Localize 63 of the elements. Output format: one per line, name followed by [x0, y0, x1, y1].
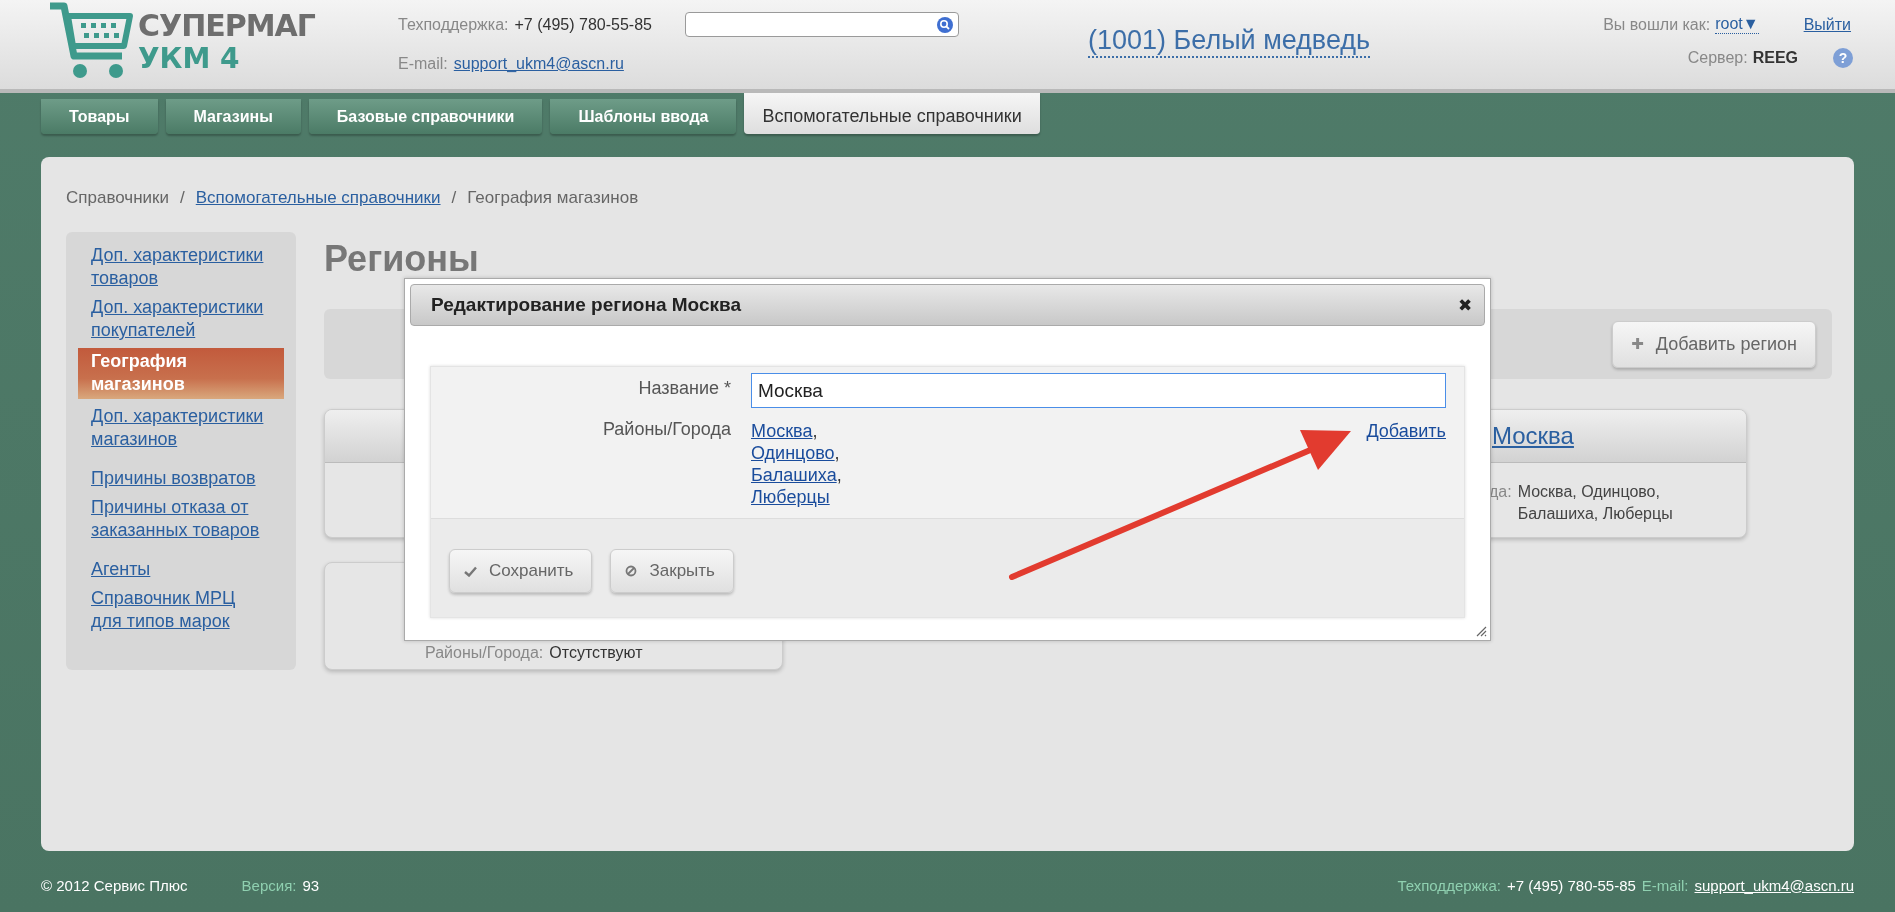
email-link[interactable]: support_ukm4@ascn.ru: [1694, 876, 1854, 894]
user-label: Вы вошли как:: [1603, 15, 1711, 34]
dialog-title: Редактирование региона Москва: [431, 294, 742, 316]
city-link[interactable]: Балашиха: [751, 465, 837, 485]
sidebar-item[interactable]: Причины отказа от заказанных товаров: [78, 496, 284, 542]
sidebar-item[interactable]: Причины возвратов: [78, 467, 284, 490]
server-label: Сервер:: [1687, 49, 1748, 67]
cities-value: Отсутствуют: [549, 644, 643, 662]
sidebar-item[interactable]: Доп. характеристики магазинов: [78, 405, 284, 451]
logout-link[interactable]: Выйти: [1803, 15, 1851, 34]
search-field[interactable]: [684, 12, 959, 37]
cities-value: Москва, Одинцово, Балашиха, Люберцы: [1517, 482, 1674, 524]
user-menu[interactable]: root▼: [1715, 15, 1759, 34]
cities-label: Районы/Города:: [425, 644, 544, 662]
version-number: 93: [302, 876, 320, 894]
comma: ,: [812, 421, 818, 441]
logo-subtitle: УКМ 4: [138, 45, 241, 73]
city-link[interactable]: Одинцово: [751, 443, 835, 463]
sidebar-item[interactable]: Доп. характеристики товаров: [78, 244, 284, 290]
nav-tab[interactable]: Товары: [41, 99, 158, 134]
logo-title: СУПЕРМАГ: [138, 11, 315, 41]
nav-tab[interactable]: Вспомогательные справочники: [744, 93, 1040, 134]
support-phone: +7 (495) 780-55-85: [514, 15, 652, 34]
region-title-link[interactable]: Москва: [1492, 422, 1574, 450]
support-label: Техподдержка:: [398, 15, 509, 34]
version-label: Версия:: [241, 876, 297, 894]
name-label: Название *: [637, 377, 732, 400]
name-input[interactable]: Москва: [751, 373, 1446, 408]
add-city-link[interactable]: Добавить: [1366, 414, 1446, 442]
nav-tab[interactable]: Базовые справочники: [308, 99, 543, 134]
comma: ,: [834, 443, 840, 463]
city-link[interactable]: Москва: [751, 421, 813, 441]
support-label: Техподдержка:: [1397, 876, 1501, 894]
sidebar-item[interactable]: География магазинов: [78, 348, 284, 399]
breadcrumb-separator: /: [180, 188, 185, 208]
copyright: © 2012 Сервис Плюс: [41, 876, 188, 894]
breadcrumb-separator: /: [451, 188, 457, 208]
cancel-icon: [625, 565, 638, 577]
sidebar-item[interactable]: Агенты: [78, 558, 284, 581]
store-name[interactable]: (1001) Белый медведь: [1088, 26, 1371, 58]
breadcrumb-link[interactable]: Вспомогательные справочники: [195, 188, 441, 208]
nav-tab[interactable]: Шаблоны ввода: [550, 99, 737, 134]
server-name: REEG: [1752, 49, 1798, 67]
add-region-button[interactable]: ✚ Добавить регион: [1612, 320, 1816, 368]
sidebar-item[interactable]: Доп. характеристики покупателей: [78, 296, 284, 342]
email-link[interactable]: support_ukm4@ascn.ru: [453, 55, 624, 73]
breadcrumb-item: География магазинов: [467, 188, 639, 208]
email-label: E-mail:: [1641, 876, 1689, 894]
search-icon: [936, 16, 953, 33]
city-link[interactable]: Люберцы: [751, 487, 830, 507]
help-icon[interactable]: ?: [1833, 48, 1853, 68]
close-button[interactable]: Закрыть: [610, 549, 734, 593]
email-label: E-mail:: [398, 55, 448, 73]
cities-label: Районы/Города: [601, 418, 732, 441]
save-button[interactable]: Сохранить: [449, 549, 593, 593]
nav-tab[interactable]: Магазины: [165, 99, 301, 134]
resize-grip-icon[interactable]: [1475, 625, 1487, 637]
comma: ,: [836, 465, 842, 485]
breadcrumb-item: Справочники: [66, 188, 169, 208]
sidebar-item[interactable]: Справочник МРЦ для типов марок: [78, 587, 284, 633]
support-phone: +7 (495) 780-55-85: [1507, 876, 1636, 894]
page-title: Регионы: [324, 238, 480, 280]
checkmark-icon: [464, 565, 477, 577]
